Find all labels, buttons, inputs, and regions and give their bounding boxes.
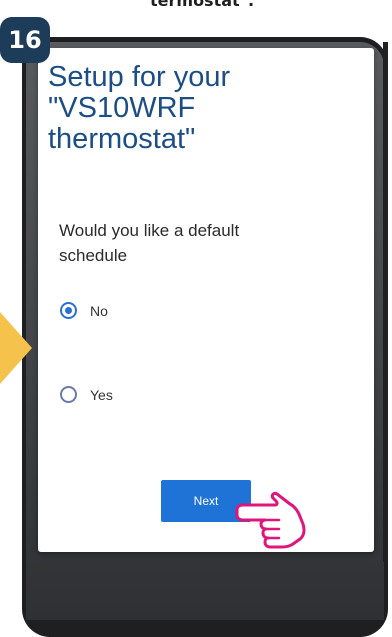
question-line: schedule [59,246,128,265]
page-caption: termostat". [150,0,255,10]
step-badge: 16 [0,17,50,63]
arrow-right-icon [0,312,32,384]
option-no[interactable]: No [60,302,108,319]
title-line: thermostat" [48,123,196,155]
option-yes[interactable]: Yes [60,386,113,403]
hand-pointer-icon [235,491,306,549]
schedule-question: Would you like a default schedule [59,218,339,268]
title-line: "VS10WRF [48,92,196,124]
question-line: Would you like a default [59,221,240,240]
option-no-label: No [90,302,108,319]
title-line: Setup for your [48,61,231,93]
option-yes-label: Yes [90,386,113,403]
radio-yes[interactable] [60,386,77,403]
phone-edge [383,42,388,562]
dialog-title: Setup for your "VS10WRF thermostat" [48,62,348,155]
radio-no[interactable] [60,302,77,319]
